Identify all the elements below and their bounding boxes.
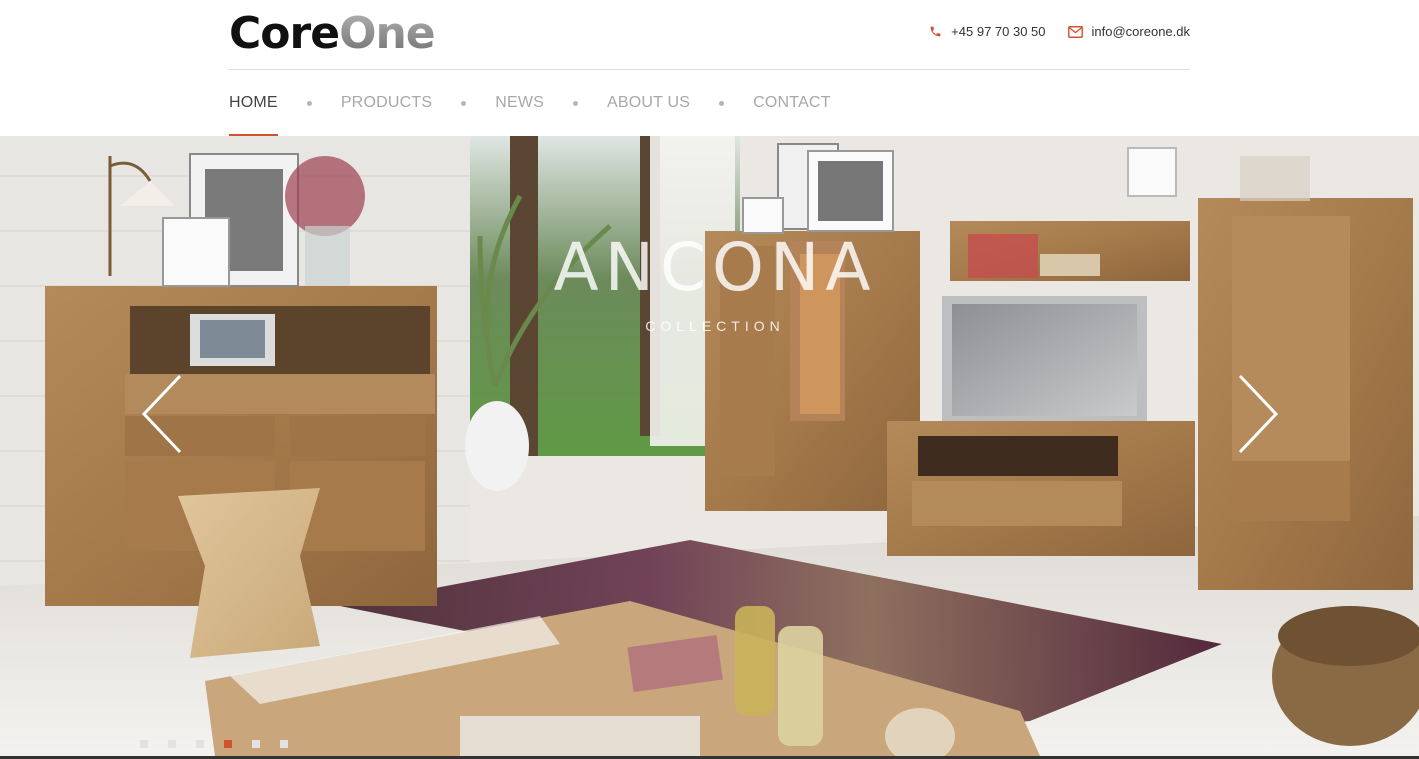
nav-separator: [306, 100, 312, 106]
nav-item-contact[interactable]: CONTACT: [753, 70, 831, 136]
chevron-left-icon: [141, 374, 182, 454]
nav-separator: [573, 100, 579, 106]
slider-prev-button[interactable]: [138, 372, 188, 456]
site-header: CoreOne +45 97 70 30 50 info@coreone.dk …: [0, 0, 1419, 136]
logo-one-text: One: [339, 8, 436, 59]
nav-separator: [719, 100, 725, 106]
chevron-right-icon: [1238, 374, 1279, 454]
phone-number: +45 97 70 30 50: [951, 24, 1046, 39]
nav-item-products[interactable]: PRODUCTS: [341, 70, 432, 136]
email-contact[interactable]: info@coreone.dk: [1067, 24, 1190, 39]
email-address: info@coreone.dk: [1091, 24, 1190, 39]
slider-next-button[interactable]: [1232, 372, 1282, 456]
slide-subtitle: COLLECTION: [645, 318, 785, 334]
slider-dot[interactable]: [280, 740, 288, 748]
slider-dot[interactable]: [196, 740, 204, 748]
nav-item-home[interactable]: HOME: [229, 70, 278, 136]
logo-core-text: Core: [229, 8, 340, 59]
slider-dot[interactable]: [168, 740, 176, 748]
slider-dot-active[interactable]: [224, 740, 232, 748]
nav-item-about-us[interactable]: ABOUT US: [607, 70, 690, 136]
phone-icon: [929, 25, 942, 38]
contact-bar: +45 97 70 30 50 info@coreone.dk: [929, 24, 1190, 39]
slider-pagination: [140, 740, 288, 748]
slider-dot[interactable]: [140, 740, 148, 748]
hero-slider: ANCONA COLLECTION: [0, 136, 1419, 756]
nav-separator: [461, 100, 467, 106]
slider-dot[interactable]: [252, 740, 260, 748]
envelope-icon: [1067, 25, 1083, 38]
nav-item-news[interactable]: NEWS: [495, 70, 544, 136]
site-logo[interactable]: CoreOne: [229, 8, 436, 59]
phone-contact[interactable]: +45 97 70 30 50: [929, 24, 1046, 39]
slide-title: ANCONA: [553, 229, 877, 306]
main-nav: HOME PRODUCTS NEWS ABOUT US CONTACT: [229, 70, 831, 136]
